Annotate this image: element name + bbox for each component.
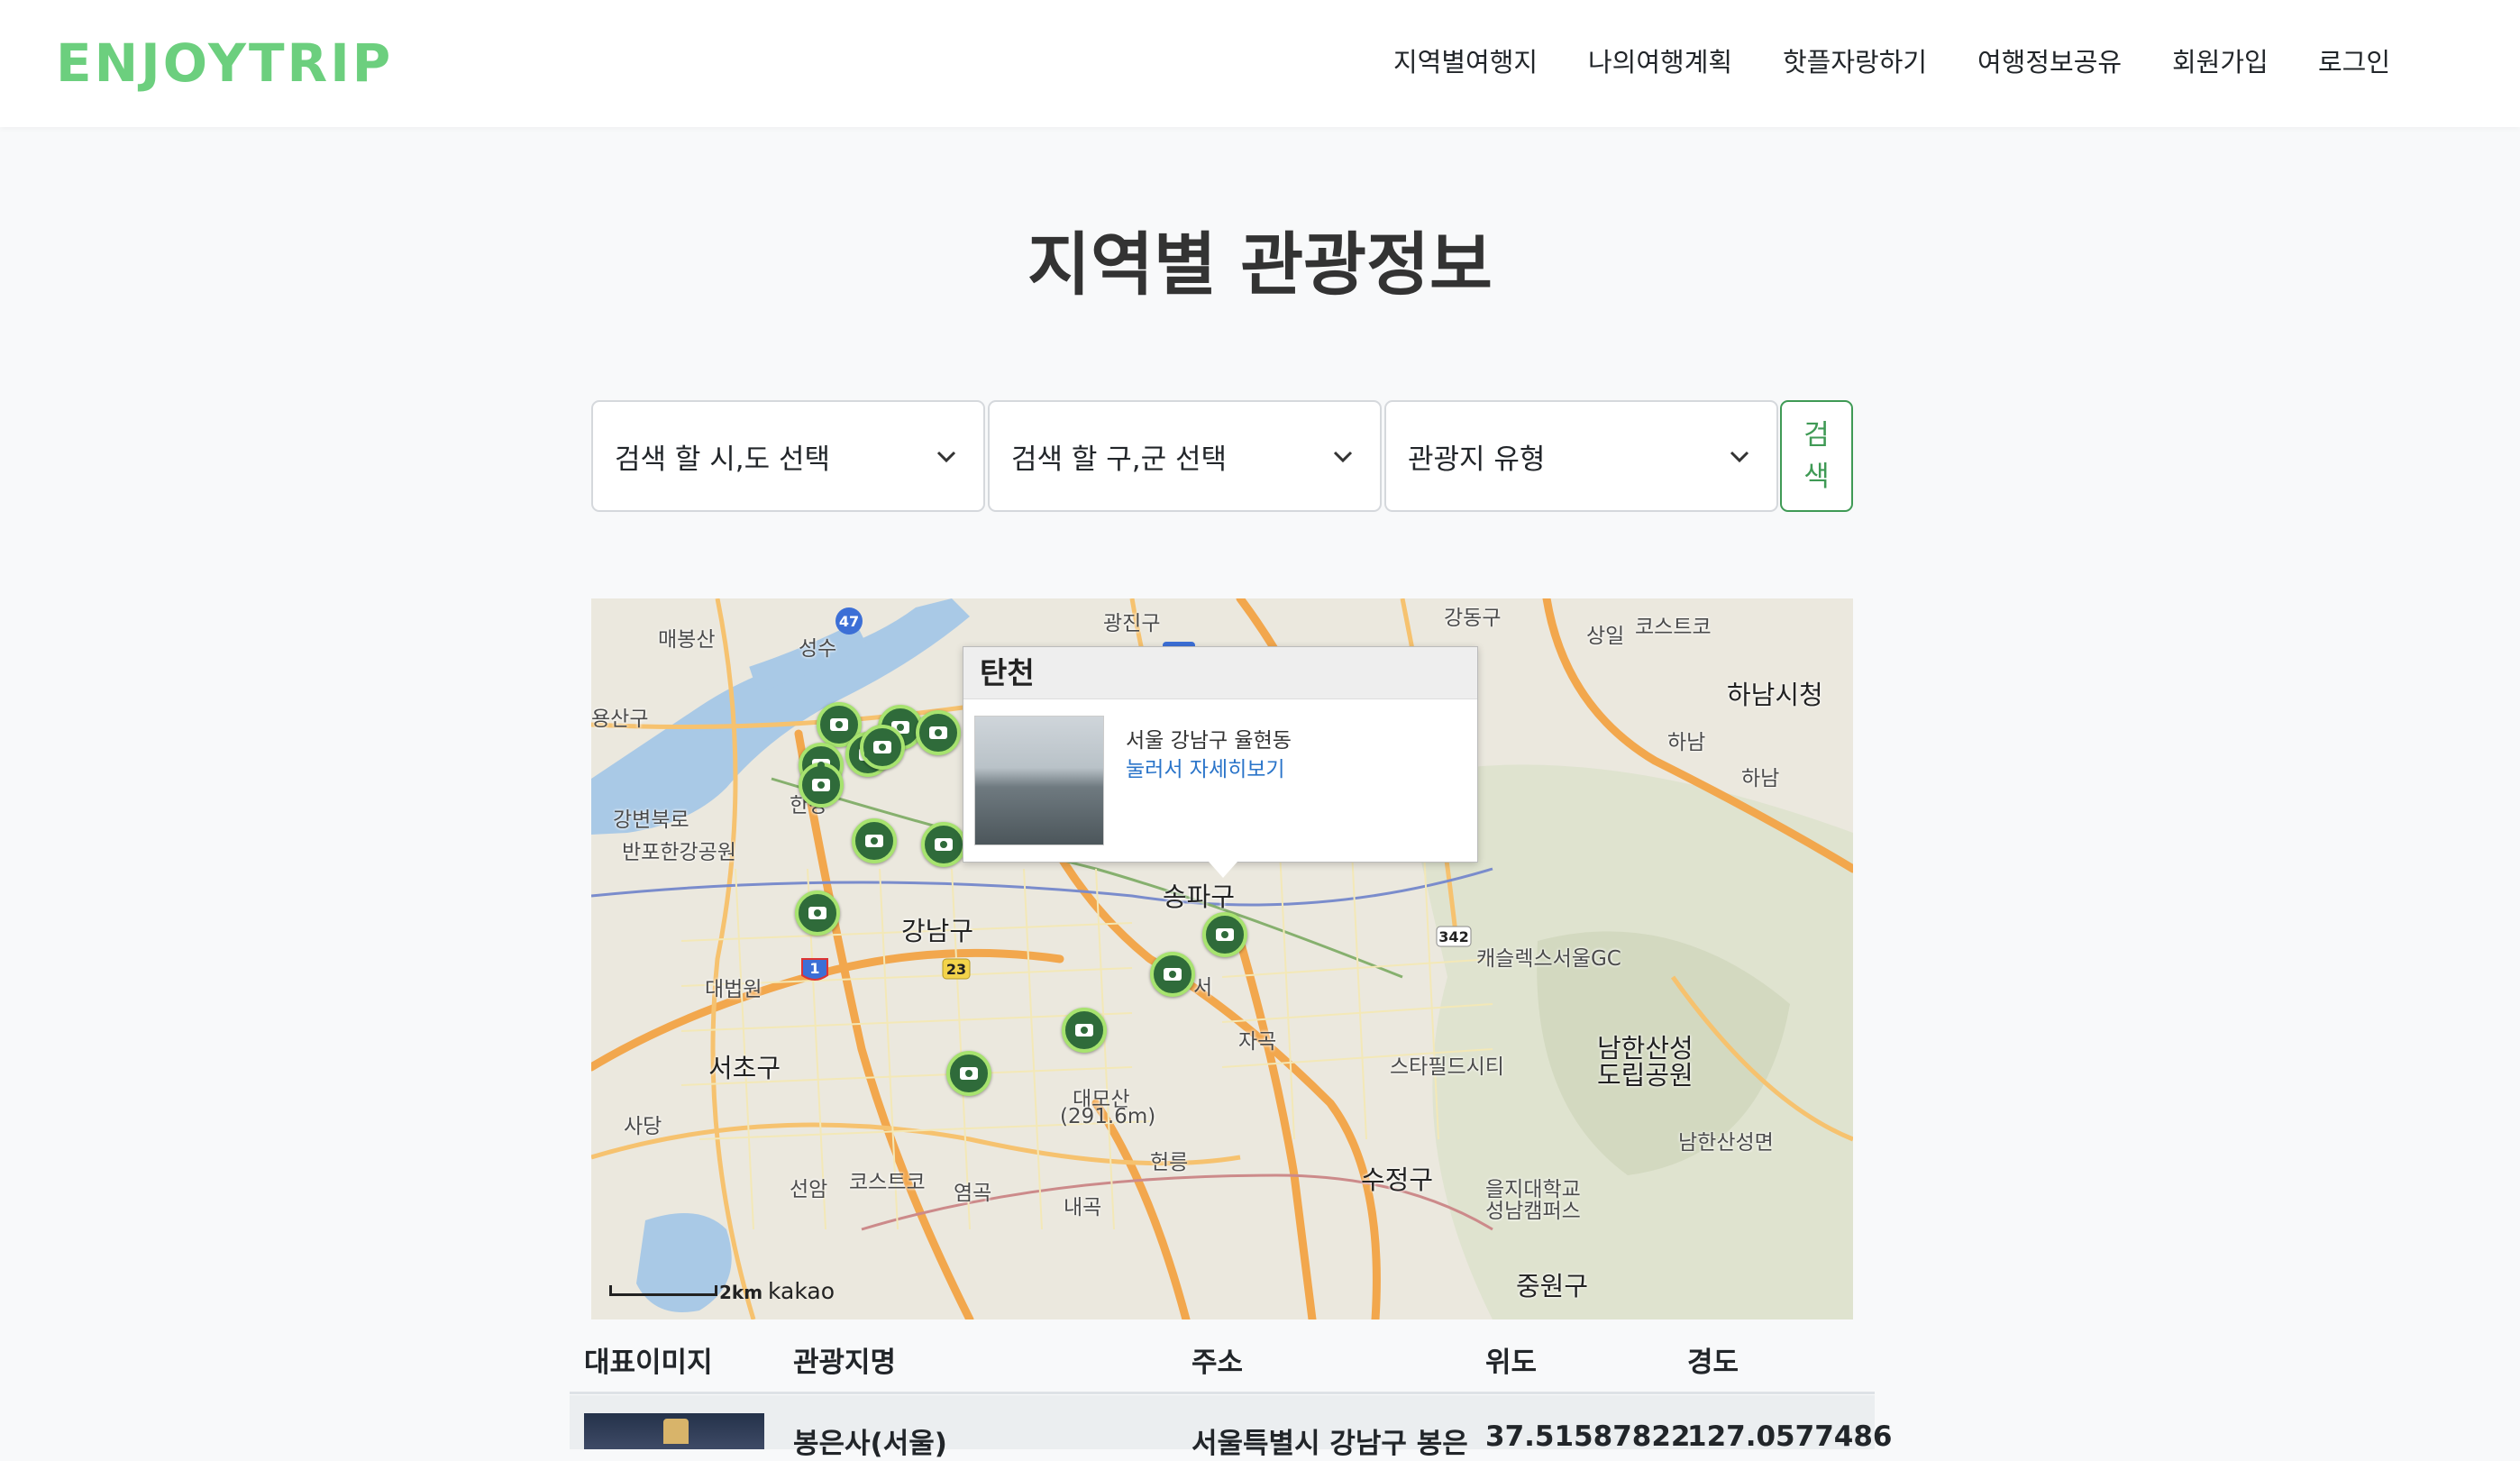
search-button[interactable]: 검 색 — [1780, 400, 1853, 512]
map-label: 코스트코 — [849, 1171, 926, 1194]
map-label: 사당 — [624, 1115, 662, 1138]
page-title: 지역별 관광정보 — [1027, 224, 1493, 305]
table-header: 경도 — [1687, 1347, 1739, 1379]
row-address: 서울특별시 강남구 봉은 — [1192, 1428, 1468, 1460]
road-number-342: 342 — [1438, 928, 1468, 945]
content-type-select-label: 관광지 유형 — [1408, 443, 1546, 476]
attraction-marker[interactable] — [1150, 952, 1195, 997]
attraction-marker[interactable] — [1202, 912, 1247, 957]
map-label: 성남캠퍼스 — [1485, 1200, 1581, 1223]
map-label: 도립공원 — [1597, 1060, 1694, 1091]
row-lat: 37.51587822 — [1485, 1420, 1691, 1453]
table-header: 위도 — [1485, 1347, 1538, 1379]
map-scale-bar — [609, 1285, 717, 1296]
row-name: 봉은사(서울) — [793, 1428, 947, 1460]
map-label: 스타필드시티 — [1390, 1055, 1504, 1079]
map-label: 강동구 — [1444, 607, 1502, 630]
road-number-23: 23 — [946, 961, 966, 978]
nav-hotplace[interactable]: 핫플자랑하기 — [1783, 41, 1927, 79]
map-label: 선암 — [790, 1178, 828, 1201]
brand-logo[interactable]: ENJOYTRIP — [56, 32, 393, 94]
nav-signup[interactable]: 회원가입 — [2172, 41, 2269, 79]
map-label: 용산구 — [591, 708, 649, 731]
table-header: 관광지명 — [793, 1347, 897, 1379]
map-label: 강변북로 — [613, 808, 689, 832]
content-type-select[interactable]: 관광지 유형 — [1384, 400, 1778, 512]
attraction-marker[interactable] — [946, 1051, 991, 1096]
sido-select-label: 검색 할 시,도 선택 — [615, 443, 831, 476]
popup-tail — [1209, 862, 1237, 878]
nav-login[interactable]: 로그인 — [2318, 41, 2390, 79]
attraction-marker[interactable] — [860, 725, 905, 770]
table-header: 주소 — [1192, 1347, 1244, 1379]
map-scale-label: 2km — [719, 1282, 763, 1303]
popup-detail-link[interactable]: 눌러서 자세히보기 — [1126, 752, 1285, 782]
map-info-window: 탄천 서울 강남구 율현동 눌러서 자세히보기 — [963, 646, 1478, 878]
table-row[interactable]: 봉은사(서울) 서울특별시 강남구 봉은 37.51587822 127.057… — [570, 1395, 1892, 1460]
chevron-down-icon — [936, 451, 956, 463]
chevron-down-icon — [1730, 451, 1749, 463]
map-label: 대법원 — [705, 978, 762, 1001]
map-label: 헌릉 — [1150, 1151, 1189, 1174]
search-button-line1: 검 — [1803, 419, 1830, 452]
map-label: 코스트코 — [1635, 616, 1712, 639]
table-divider — [570, 1392, 1875, 1394]
map-label: 중원구 — [1516, 1271, 1589, 1301]
map-label: 매봉산 — [658, 628, 716, 652]
map-label: 염곡 — [954, 1182, 992, 1205]
map-label: 성수 — [799, 637, 837, 661]
map-label: 내곡 — [1064, 1196, 1102, 1219]
nav-info-share[interactable]: 여행정보공유 — [1977, 41, 2122, 79]
attraction-marker[interactable] — [1062, 1008, 1107, 1053]
gugun-select[interactable]: 검색 할 구,군 선택 — [988, 400, 1382, 512]
map-label: 반포한강공원 — [622, 841, 736, 864]
map-label: 광진구 — [1103, 612, 1161, 635]
map-label: 캐슬렉스서울GC — [1476, 947, 1621, 971]
map-label: 강남구 — [901, 916, 974, 946]
nav-regional-trips[interactable]: 지역별여행지 — [1393, 41, 1538, 79]
map-label: 송파구 — [1163, 881, 1236, 912]
kakao-map[interactable]: 47 100 342 23 1 매봉산 성수 광진구 강동구 상일 코스트코 하… — [591, 598, 1853, 1319]
sido-select[interactable]: 검색 할 시,도 선택 — [591, 400, 985, 512]
map-label: 하남 — [1741, 767, 1780, 790]
nav-my-plan[interactable]: 나의여행계획 — [1588, 41, 1732, 79]
popup-thumbnail — [974, 716, 1104, 845]
table-header: 대표이미지 — [584, 1347, 713, 1379]
top-navbar: ENJOYTRIP 지역별여행지 나의여행계획 핫플자랑하기 여행정보공유 회원… — [0, 0, 2520, 127]
row-thumbnail — [584, 1413, 764, 1449]
kakao-logo: kakao — [768, 1278, 835, 1304]
popup-address: 서울 강남구 율현동 — [1126, 729, 1292, 753]
attraction-marker[interactable] — [799, 762, 844, 808]
attraction-marker[interactable] — [916, 710, 961, 755]
map-label: 자곡 — [1238, 1030, 1277, 1054]
map-label: 수정구 — [1361, 1164, 1434, 1195]
road-number-47: 47 — [839, 613, 859, 630]
map-label: 서초구 — [708, 1053, 781, 1083]
map-label: 상일 — [1586, 625, 1625, 648]
chevron-down-icon — [1333, 451, 1353, 463]
map-label: 하남 — [1667, 731, 1706, 754]
row-lng: 127.0577486 — [1687, 1420, 1893, 1453]
map-label: (291.6m) — [1060, 1105, 1156, 1128]
map-label: 서 — [1193, 976, 1213, 1000]
attraction-marker[interactable] — [795, 890, 840, 936]
map-label: 하남시청 — [1727, 680, 1823, 710]
gugun-select-label: 검색 할 구,군 선택 — [1011, 443, 1228, 476]
attraction-marker[interactable] — [852, 818, 897, 863]
search-button-line2: 색 — [1803, 461, 1830, 493]
attraction-marker[interactable] — [921, 822, 966, 867]
map-label: 남한산성면 — [1678, 1131, 1774, 1155]
road-number-1: 1 — [809, 960, 819, 977]
popup-title: 탄천 — [963, 647, 1477, 699]
